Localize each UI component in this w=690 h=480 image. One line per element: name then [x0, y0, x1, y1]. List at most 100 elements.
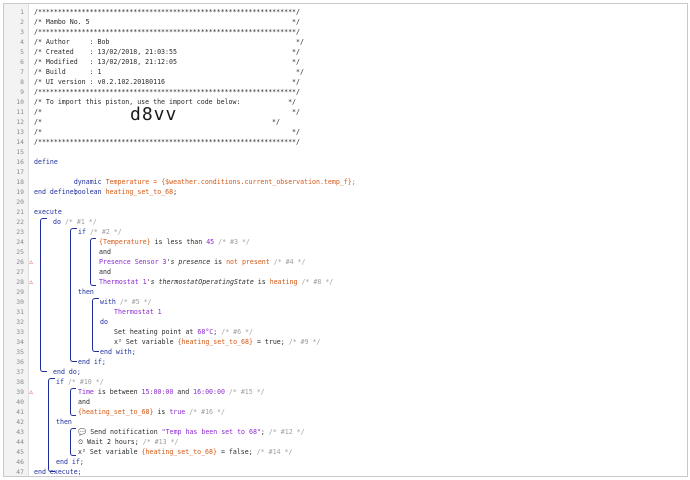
keyword-then[interactable]: then [78, 287, 94, 297]
with-statement[interactable]: with /* #5 */ [100, 297, 152, 307]
condition-operator: is [153, 408, 170, 416]
condition-value: heating [269, 278, 298, 286]
condition-operator: is [210, 258, 227, 266]
command-text: Set heating point at [114, 328, 198, 336]
header-title: /* Mambo No. 5 */ [34, 18, 300, 26]
set-variable-icon: x² [78, 448, 86, 456]
keyword-with: with [100, 298, 116, 306]
condition-comment: /* #16 */ [189, 408, 225, 416]
import-code[interactable]: d8vv [130, 103, 177, 127]
assigned-value: = false; [216, 448, 253, 456]
statement-comment: /* #10 */ [67, 378, 104, 386]
command-set-heating-point[interactable]: Set heating point at 68°C; /* #6 */ [114, 327, 253, 337]
command-send-notification[interactable]: 💬 Send notification "Temp has been set t… [78, 427, 305, 437]
condition-value: 45 [206, 238, 215, 246]
statement-comment: /* #12 */ [268, 428, 305, 436]
keyword-execute[interactable]: execute [34, 207, 62, 217]
action-group-bracket [70, 428, 76, 456]
keyword-if: if [78, 228, 86, 236]
semicolon: ; [173, 188, 178, 196]
keyword-do[interactable]: do [100, 317, 108, 327]
time-label: Time [78, 388, 94, 396]
if-statement[interactable]: if /* #2 */ [78, 227, 122, 237]
variable-name: {heating_set_to_68} [177, 338, 253, 346]
warning-icon[interactable]: ⚠ [28, 277, 34, 287]
semicolon: ; [213, 328, 218, 336]
time-end: 16:00:00 [193, 388, 225, 396]
statement-comment: /* #6 */ [221, 328, 253, 336]
condition-group-bracket [90, 238, 96, 286]
condition-comment: /* #4 */ [273, 258, 306, 266]
if-statement[interactable]: if /* #10 */ [56, 377, 104, 387]
header-stars: /***************************************… [34, 138, 300, 146]
warning-icon[interactable]: ⚠ [28, 387, 34, 397]
condition-variable: {Temperature} [99, 238, 151, 246]
notification-message: "Temp has been set to 68" [161, 428, 261, 436]
device-name: Presence Sensor 3 [99, 258, 167, 266]
code-editor: 1 2 3 4 5 6 7 8 9 10 11 12 13 14 15 16 17 18 19 20 21 22 23 24 2… [3, 3, 688, 477]
condition-operator: is [253, 278, 270, 286]
condition-value: true [169, 408, 186, 416]
device-name: Thermostat 1 [99, 278, 147, 286]
condition-variable: {heating_set_to_68} [78, 408, 154, 416]
condition-heating-flag[interactable]: {heating_set_to_68} is true /* #16 */ [78, 407, 225, 417]
device-attribute: 's thermostatOperatingState [146, 278, 254, 286]
do-block-bracket [40, 218, 47, 372]
command-text: Wait 2 hours; [83, 438, 139, 446]
condition-comment: /* #8 */ [301, 278, 334, 286]
time-start: 15:00:00 [141, 388, 174, 396]
keyword-end-with[interactable]: end with; [100, 347, 136, 357]
with-block-bracket [92, 298, 99, 352]
command-text: Set variable [85, 448, 142, 456]
condition-comment: /* #15 */ [228, 388, 265, 396]
statement-comment: /* #9 */ [288, 338, 321, 346]
time-and: and [173, 388, 194, 396]
variable-expression: = {$weather.conditions.current_observati… [149, 178, 356, 186]
semicolon: ; [260, 428, 265, 436]
statement-comment: /* #14 */ [256, 448, 293, 456]
keyword-if: if [56, 378, 64, 386]
variable-name: {heating_set_to_68} [141, 448, 217, 456]
keyword-do: do [53, 218, 61, 226]
keyword-end-do[interactable]: end do; [53, 367, 81, 377]
condition-operator: is between [93, 388, 142, 396]
do-statement[interactable]: do /* #1 */ [53, 217, 97, 227]
statement-comment: /* #5 */ [119, 298, 152, 306]
command-wait[interactable]: ⏲ Wait 2 hours; /* #13 */ [78, 437, 178, 447]
keyword-then[interactable]: then [56, 417, 72, 427]
keyword-end-execute[interactable]: end execute; [34, 467, 82, 476]
condition-thermostat[interactable]: Thermostat 1's thermostatOperatingState … [99, 277, 333, 287]
condition-time[interactable]: Time is between 15:00:00 and 16:00:00 /*… [78, 387, 265, 397]
device-attribute: 's presence [166, 258, 211, 266]
keyword-end-if[interactable]: end if; [78, 357, 106, 367]
variable-declaration-heating[interactable]: boolean heating_set_to_68; [50, 177, 177, 196]
condition-presence[interactable]: Presence Sensor 3's presence is not pres… [99, 257, 305, 267]
condition-temperature[interactable]: {Temperature} is less than 45 /* #3 */ [99, 237, 250, 247]
keyword-end-if[interactable]: end if; [56, 457, 84, 467]
notification-icon: 💬 [78, 428, 87, 436]
header-code-suffix: */ [272, 118, 280, 126]
logical-and[interactable]: and [99, 247, 111, 257]
statement-comment: /* #1 */ [64, 218, 97, 226]
device-thermostat[interactable]: Thermostat 1 [114, 307, 162, 317]
command-set-variable-true[interactable]: x² Set variable {heating_set_to_68} = tr… [114, 337, 320, 347]
header-stars: /***************************************… [34, 8, 300, 16]
comment-open: /* [34, 118, 42, 126]
command-text: Set variable [121, 338, 178, 346]
warning-icon[interactable]: ⚠ [28, 257, 34, 267]
statement-comment: /* #13 */ [142, 438, 179, 446]
variable-declaration-temperature[interactable]: dynamic Temperature = {$weather.conditio… [50, 167, 356, 186]
header-stars: /***************************************… [34, 28, 300, 36]
logical-and[interactable]: and [78, 397, 90, 407]
condition-group-bracket [70, 388, 76, 416]
statement-comment: /* #2 */ [89, 228, 122, 236]
keyword-end-define[interactable]: end define; [34, 187, 78, 197]
command-set-variable-false[interactable]: x² Set variable {heating_set_to_68} = fa… [78, 447, 292, 457]
keyword-define[interactable]: define [34, 157, 58, 167]
header-build: /* Build : 1 */ [34, 68, 304, 76]
if-block-bracket [48, 378, 55, 472]
code-area: /***************************************… [4, 4, 687, 476]
condition-value: not present [226, 258, 270, 266]
logical-and[interactable]: and [99, 267, 111, 277]
command-value: 68°C [197, 328, 214, 336]
